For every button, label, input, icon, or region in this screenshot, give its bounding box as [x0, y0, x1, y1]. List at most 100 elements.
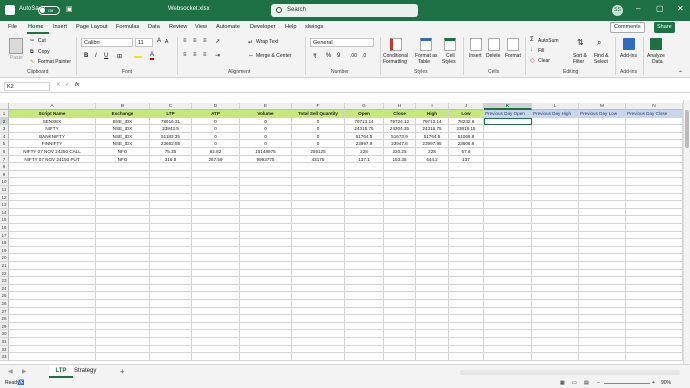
format-as-table-icon[interactable] — [420, 38, 432, 51]
row-header[interactable]: 4 — [0, 132, 9, 141]
cell[interactable] — [292, 201, 345, 209]
cell[interactable] — [96, 178, 150, 186]
cell[interactable] — [9, 322, 96, 331]
cell[interactable] — [240, 201, 292, 209]
cell[interactable] — [384, 216, 416, 224]
align-middle-icon[interactable]: ≡ — [193, 38, 197, 44]
cell[interactable] — [192, 208, 240, 217]
cell[interactable] — [484, 224, 532, 232]
cell[interactable] — [626, 178, 683, 186]
prev-sheet-icon[interactable]: ◀ — [8, 368, 13, 375]
avatar[interactable]: SS — [612, 5, 623, 16]
cell[interactable] — [9, 239, 96, 247]
header-cell[interactable]: LTP — [150, 110, 192, 118]
cell[interactable] — [9, 246, 96, 255]
cell[interactable] — [192, 239, 240, 247]
cell[interactable] — [96, 315, 150, 323]
delete-cells-button[interactable]: Delete — [486, 53, 500, 59]
cell[interactable] — [292, 170, 345, 179]
cell[interactable] — [416, 239, 449, 247]
cell[interactable] — [532, 231, 579, 240]
cell[interactable] — [579, 170, 626, 179]
cell[interactable] — [150, 186, 192, 194]
cell[interactable] — [384, 315, 416, 323]
cell[interactable] — [150, 284, 192, 293]
cell[interactable] — [9, 284, 96, 293]
font-name-select[interactable]: Calibri — [81, 38, 133, 47]
cell[interactable] — [192, 353, 240, 361]
cell[interactable] — [579, 125, 626, 133]
cell[interactable] — [579, 201, 626, 209]
copy-icon[interactable]: ⧉ — [30, 49, 34, 55]
fill-color-icon[interactable] — [134, 56, 142, 58]
align-center-icon[interactable]: ≡ — [193, 52, 197, 58]
previous-day-header-cell[interactable]: Previous Day Close — [626, 110, 683, 118]
data-cell[interactable]: 79713.14 — [416, 117, 449, 126]
cell[interactable] — [416, 231, 449, 240]
cell[interactable] — [240, 322, 292, 331]
cell[interactable] — [9, 330, 96, 338]
clear-button[interactable]: Clear — [538, 58, 550, 64]
cell[interactable] — [449, 193, 484, 202]
data-cell[interactable]: 23606.9 — [449, 140, 484, 148]
cell[interactable] — [9, 170, 96, 179]
cell[interactable] — [292, 262, 345, 270]
format-as-table-label-2[interactable]: Table — [418, 59, 430, 65]
cell[interactable] — [240, 315, 292, 323]
analyze-data-icon[interactable] — [650, 38, 662, 50]
sheet-tab-ltp[interactable]: LTP — [49, 365, 73, 378]
comments-button[interactable]: Comments — [610, 22, 645, 33]
tab-insert[interactable]: Insert — [53, 24, 67, 30]
format-painter-icon[interactable]: ✎ — [30, 59, 34, 65]
cell[interactable] — [150, 239, 192, 247]
cell[interactable] — [192, 262, 240, 270]
cell[interactable] — [416, 315, 449, 323]
cell[interactable] — [240, 186, 292, 194]
cell[interactable] — [240, 193, 292, 202]
cell[interactable] — [96, 262, 150, 270]
cell[interactable] — [150, 269, 192, 278]
cell[interactable] — [532, 284, 579, 293]
row-header[interactable]: 24 — [0, 284, 9, 293]
cell[interactable] — [96, 216, 150, 224]
cell[interactable] — [449, 186, 484, 194]
cell[interactable] — [9, 269, 96, 278]
cell[interactable] — [484, 246, 532, 255]
tab-formulas[interactable]: Formulas — [116, 24, 139, 30]
header-cell[interactable]: Low — [449, 110, 484, 118]
cell[interactable] — [484, 132, 532, 141]
column-header[interactable]: B — [96, 103, 150, 110]
cell[interactable] — [626, 322, 683, 331]
analyze-data-label-2[interactable]: Data — [652, 59, 663, 65]
cell[interactable] — [345, 315, 384, 323]
cell[interactable] — [416, 338, 449, 346]
cell[interactable] — [626, 277, 683, 285]
cell[interactable] — [96, 254, 150, 262]
data-cell[interactable]: BANKNIFTY — [9, 132, 96, 141]
previous-day-header-cell[interactable]: Previous Day Open — [484, 110, 532, 118]
cell[interactable] — [240, 239, 292, 247]
row-header[interactable]: 5 — [0, 140, 9, 148]
cell[interactable] — [626, 292, 683, 300]
cell[interactable] — [626, 315, 683, 323]
cell[interactable] — [626, 345, 683, 354]
cell[interactable] — [192, 338, 240, 346]
cell[interactable] — [9, 231, 96, 240]
page-layout-view-icon[interactable]: ▭ — [572, 379, 577, 388]
cell[interactable] — [416, 163, 449, 171]
cell[interactable] — [384, 246, 416, 255]
data-cell[interactable]: 0 — [192, 140, 240, 148]
row-header[interactable]: 21 — [0, 262, 9, 270]
cell[interactable] — [9, 262, 96, 270]
data-cell[interactable]: 92.82 — [192, 148, 240, 156]
cell[interactable] — [532, 254, 579, 262]
cell[interactable] — [150, 224, 192, 232]
cell[interactable] — [192, 269, 240, 278]
cell[interactable] — [150, 193, 192, 202]
cell[interactable] — [345, 216, 384, 224]
cell[interactable] — [532, 170, 579, 179]
cell[interactable] — [9, 224, 96, 232]
data-cell[interactable]: 43175 — [292, 155, 345, 164]
data-cell[interactable]: BSE_IDX — [96, 117, 150, 126]
row-header[interactable]: 26 — [0, 300, 9, 308]
